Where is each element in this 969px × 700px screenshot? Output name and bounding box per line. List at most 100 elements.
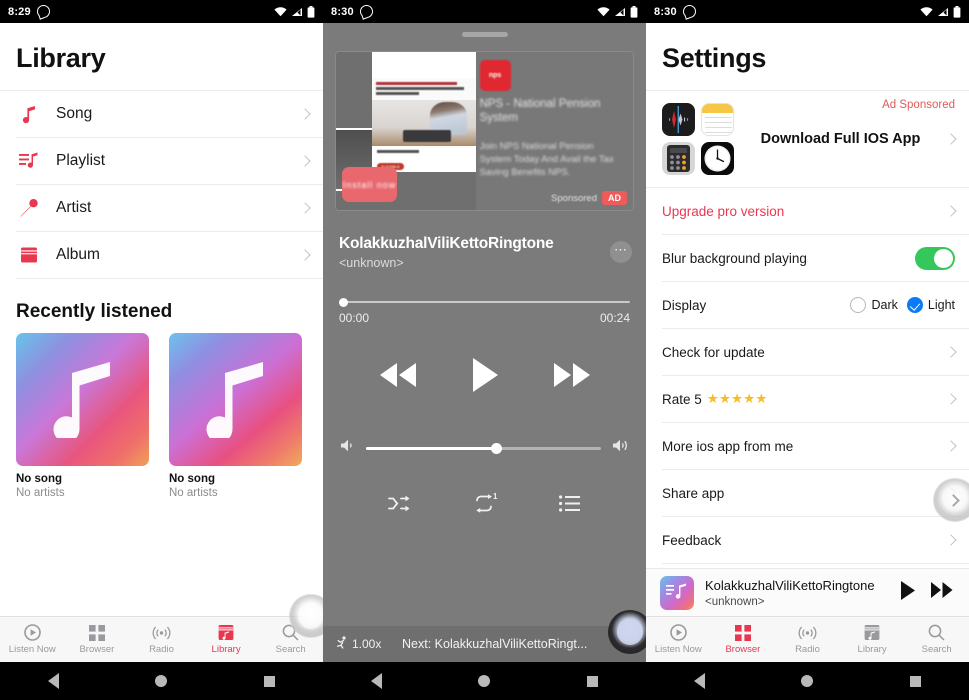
- library-row-album[interactable]: Album: [0, 232, 323, 278]
- seek-knob[interactable]: [339, 297, 348, 307]
- settings-row-rate[interactable]: Rate 5 ★★★★★: [646, 376, 969, 422]
- ad-advertiser-logo: nps: [479, 60, 511, 91]
- album-art: [169, 333, 302, 466]
- volume-knob[interactable]: [490, 443, 502, 454]
- settings-row-label-wrap: Rate 5 ★★★★★: [662, 391, 947, 407]
- shuffle-button[interactable]: [388, 494, 411, 518]
- library-row-playlist[interactable]: Playlist: [0, 138, 323, 184]
- settings-row-check-update[interactable]: Check for update: [646, 329, 969, 375]
- tab-radio[interactable]: Radio: [129, 617, 194, 662]
- ad-logo-text: nps: [488, 71, 502, 79]
- queue-list-button[interactable]: [558, 495, 581, 517]
- tab-browser[interactable]: Browser: [711, 617, 776, 662]
- more-horizontal-icon[interactable]: ⋯: [610, 241, 632, 263]
- mini-next-button[interactable]: [930, 581, 955, 604]
- tab-radio[interactable]: Radio: [775, 617, 840, 662]
- clock-icon: [701, 142, 734, 175]
- volume-low-icon[interactable]: [339, 438, 356, 458]
- library-row-label: Playlist: [56, 152, 106, 169]
- radio-label: Dark: [871, 298, 898, 312]
- up-next-bar[interactable]: 1.00x Next: KolakkuzhalViliKettoRingt...: [323, 626, 646, 662]
- calculator-icon: [662, 142, 695, 175]
- android-nav-bar: [646, 662, 969, 700]
- blur-background-toggle[interactable]: [915, 246, 955, 270]
- fast-forward-button[interactable]: [550, 360, 594, 395]
- settings-row-label: More ios app from me: [662, 438, 794, 454]
- mini-play-button[interactable]: [899, 580, 917, 606]
- tab-label: Listen Now: [654, 644, 702, 655]
- settings-row-label: Upgrade pro version: [662, 203, 785, 219]
- ad-creative-card: FLEXIBLE: [372, 52, 476, 173]
- settings-row-blur-background[interactable]: Blur background playing: [646, 235, 969, 281]
- radio-light[interactable]: Light: [906, 297, 955, 313]
- playlist-icon: [16, 152, 42, 170]
- listen-now-icon: [669, 624, 687, 641]
- library-row-label: Song: [56, 105, 93, 122]
- settings-row-more-apps[interactable]: More ios app from me: [646, 423, 969, 469]
- home-circle-icon[interactable]: [155, 675, 168, 687]
- radio-dark[interactable]: Dark: [850, 297, 898, 313]
- ad-tag-badge: AD: [602, 191, 627, 205]
- back-triangle-icon[interactable]: [371, 673, 383, 689]
- status-time: 8:30: [654, 5, 677, 18]
- library-screen: 8:29 Library Song Playlist Artist Album …: [0, 0, 323, 700]
- recently-listened-list: No song No artists No song No artists: [0, 333, 323, 499]
- volume-high-icon[interactable]: [611, 438, 630, 458]
- player-screen: 8:30 FLEXIBLE Install now nps NPS - Nati…: [323, 0, 646, 700]
- settings-ad-row[interactable]: Ad Sponsored Download Full IOS App: [646, 91, 969, 187]
- ad-banner[interactable]: FLEXIBLE Install now nps NPS - National …: [335, 51, 634, 211]
- wifi-icon: [597, 6, 610, 17]
- volume-slider[interactable]: [366, 443, 601, 454]
- recents-square-icon[interactable]: [909, 675, 921, 687]
- back-triangle-icon[interactable]: [694, 673, 706, 689]
- recent-card-title: No song: [16, 473, 62, 485]
- library-row-song[interactable]: Song: [0, 91, 323, 137]
- back-triangle-icon[interactable]: [48, 673, 60, 689]
- tab-label: Library: [857, 644, 887, 655]
- duration-time: 00:24: [599, 311, 630, 325]
- playback-speed[interactable]: 1.00x: [335, 636, 381, 652]
- time-labels: 00:00 00:24: [339, 311, 630, 325]
- chevron-right-icon: [299, 202, 311, 214]
- ad-cta-button[interactable]: Install now: [341, 167, 398, 203]
- assistive-touch-button[interactable]: [608, 610, 646, 654]
- tab-browser[interactable]: Browser: [65, 617, 130, 662]
- recent-card-title: No song: [169, 473, 215, 485]
- recents-square-icon[interactable]: [263, 675, 275, 687]
- chevron-right-icon: [947, 493, 960, 507]
- text-line: [377, 149, 420, 153]
- ad-creative-header: [372, 52, 476, 79]
- status-icons: [274, 5, 315, 18]
- assistive-touch-button[interactable]: [933, 478, 969, 522]
- mini-player-controls: [899, 580, 959, 606]
- rewind-button[interactable]: [376, 360, 420, 395]
- tab-library[interactable]: Library: [840, 617, 905, 662]
- tab-listen-now[interactable]: Listen Now: [0, 617, 65, 662]
- recents-square-icon[interactable]: [586, 675, 598, 687]
- home-circle-icon[interactable]: [801, 675, 814, 687]
- settings-row-upgrade-pro[interactable]: Upgrade pro version: [646, 188, 969, 234]
- settings-row-share-app[interactable]: Share app: [646, 470, 969, 516]
- mini-player[interactable]: KolakkuzhalViliKettoRingtone <unknown>: [646, 568, 969, 616]
- recent-card[interactable]: No song No artists: [16, 333, 149, 499]
- seek-slider[interactable]: [339, 296, 630, 308]
- play-button[interactable]: [470, 357, 500, 398]
- status-time: 8:29: [8, 5, 31, 18]
- ad-title: NPS - National Pension System: [479, 98, 601, 125]
- ad-sponsored-label: Ad Sponsored: [882, 99, 955, 111]
- tab-label: Search: [921, 644, 952, 655]
- wifi-icon: [920, 6, 933, 17]
- repeat-one-button[interactable]: 1: [473, 492, 497, 518]
- library-row-artist[interactable]: Artist: [0, 185, 323, 231]
- settings-row-feedback[interactable]: Feedback: [646, 517, 969, 563]
- tab-library[interactable]: Library: [194, 617, 259, 662]
- home-circle-icon[interactable]: [478, 675, 491, 687]
- sheet-drag-handle[interactable]: [461, 32, 508, 37]
- tab-listen-now[interactable]: Listen Now: [646, 617, 711, 662]
- tab-search[interactable]: Search: [904, 617, 969, 662]
- seek-track: [339, 301, 630, 303]
- album-art: [16, 333, 149, 466]
- recent-card[interactable]: No song No artists: [169, 333, 302, 499]
- microphone-icon: [16, 198, 42, 218]
- album-icon: [16, 246, 42, 264]
